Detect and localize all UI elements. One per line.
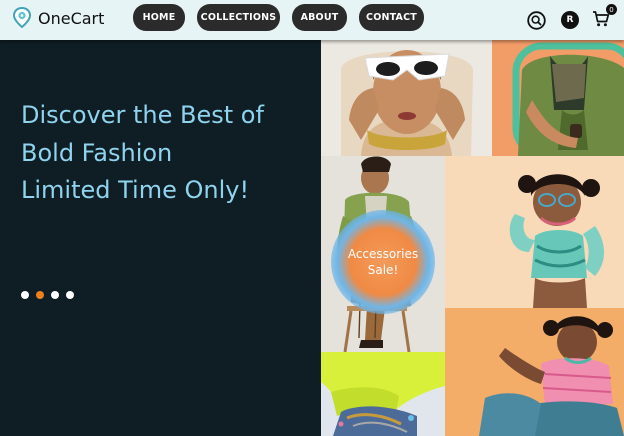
- hero-line-2: Bold Fashion: [21, 139, 173, 167]
- top-navbar: OneCart HOME COLLECTIONS ABOUT CONTACT R…: [0, 0, 624, 40]
- accessories-sale-badge[interactable]: Accessories Sale!: [331, 210, 435, 314]
- carousel-dot-3[interactable]: [51, 291, 59, 299]
- nav-contact-button[interactable]: CONTACT: [359, 4, 424, 31]
- avatar: R: [561, 11, 579, 29]
- nav-about-button[interactable]: ABOUT: [292, 4, 347, 31]
- brand-name: OneCart: [38, 8, 105, 28]
- cart-button[interactable]: 0: [592, 0, 617, 40]
- hero-panel: Discover the Best of Bold Fashion Limite…: [0, 40, 321, 436]
- hero-line-1: Discover the Best of: [21, 101, 264, 129]
- carousel-dot-1[interactable]: [21, 291, 29, 299]
- cart-count-badge: 0: [606, 4, 617, 15]
- green-jacket-accessories-photo[interactable]: [492, 40, 624, 156]
- search-button[interactable]: [527, 0, 546, 40]
- promo-badge-line-1: Accessories: [347, 246, 419, 261]
- user-avatar-button[interactable]: R: [561, 0, 579, 40]
- carousel-dot-2-active[interactable]: [36, 291, 44, 299]
- nav-collections-button[interactable]: COLLECTIONS: [197, 4, 280, 31]
- map-pin-logo-icon: [12, 7, 32, 29]
- teal-outfit-glasses-photo[interactable]: [445, 156, 624, 308]
- woman-white-sunglasses-photo[interactable]: [321, 40, 492, 156]
- cart: 0: [592, 4, 617, 30]
- search-icon: [527, 10, 546, 30]
- pink-outfit-denim-photo[interactable]: [445, 308, 624, 436]
- promo-badge-line-2: Sale!: [367, 263, 399, 277]
- carousel-dots: [21, 291, 74, 299]
- carousel-dot-4[interactable]: [66, 291, 74, 299]
- yellow-jacket-jewelry-photo[interactable]: [321, 352, 445, 436]
- hero-line-3: Limited Time Only!: [21, 176, 250, 204]
- nav-home-button[interactable]: HOME: [133, 4, 185, 31]
- brand[interactable]: OneCart: [12, 7, 104, 29]
